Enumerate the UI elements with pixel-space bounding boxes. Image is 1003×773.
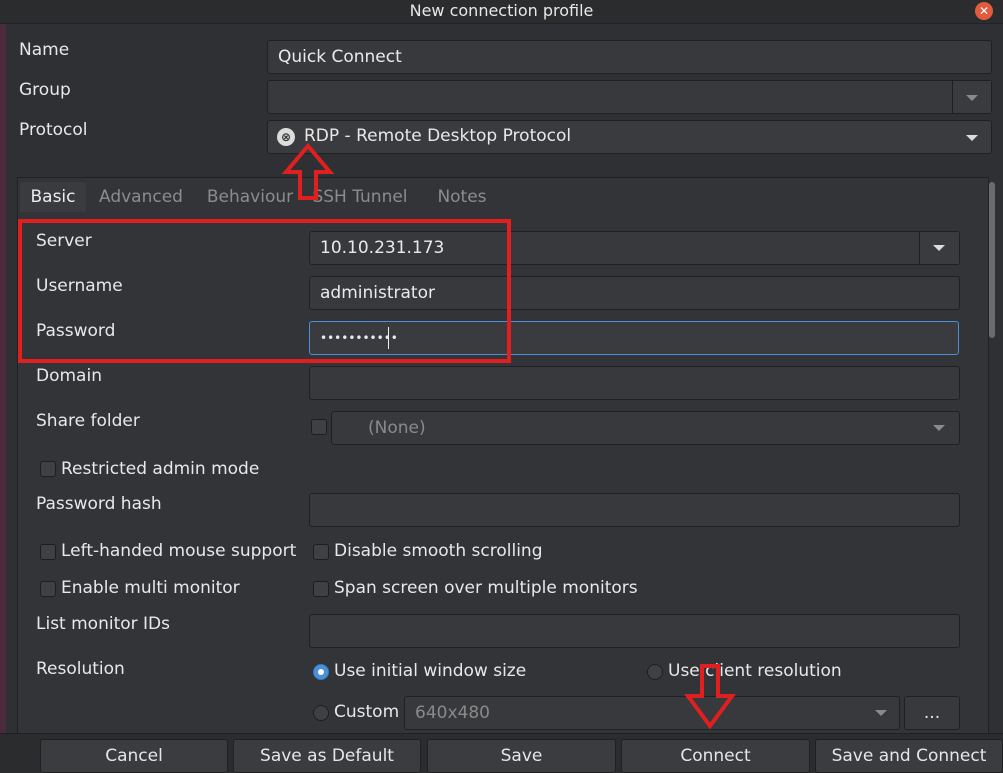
left-handed-label: Left-handed mouse support bbox=[61, 541, 297, 561]
arrow-down-annotation bbox=[684, 664, 736, 730]
resolution-more-button[interactable]: ... bbox=[904, 696, 960, 730]
initial-size-radio[interactable] bbox=[313, 664, 329, 680]
connect-button[interactable]: Connect bbox=[621, 739, 810, 773]
save-as-default-button[interactable]: Save as Default bbox=[233, 739, 421, 773]
desktop-edge bbox=[0, 24, 6, 773]
restricted-admin-label: Restricted admin mode bbox=[61, 459, 260, 479]
group-label: Group bbox=[19, 80, 71, 100]
cancel-button[interactable]: Cancel bbox=[40, 739, 228, 773]
disable-smooth-label: Disable smooth scrolling bbox=[334, 541, 543, 561]
name-input[interactable]: Quick Connect bbox=[267, 40, 992, 74]
share-folder-label: Share folder bbox=[36, 411, 140, 431]
left-handed-checkbox[interactable] bbox=[40, 544, 56, 560]
monitor-ids-input[interactable] bbox=[309, 614, 960, 648]
tab-advanced[interactable]: Advanced bbox=[90, 182, 192, 212]
span-screen-label: Span screen over multiple monitors bbox=[334, 578, 638, 598]
tab-basic[interactable]: Basic bbox=[20, 182, 86, 212]
password-hash-input[interactable] bbox=[309, 493, 960, 527]
chevron-down-icon bbox=[933, 245, 945, 251]
custom-resolution-radio[interactable] bbox=[313, 705, 329, 721]
password-hash-label: Password hash bbox=[36, 494, 162, 514]
restricted-admin-checkbox[interactable] bbox=[40, 461, 56, 477]
disable-smooth-checkbox[interactable] bbox=[313, 544, 329, 560]
chevron-down-icon bbox=[966, 95, 978, 101]
share-folder-checkbox[interactable] bbox=[311, 419, 327, 435]
domain-input[interactable] bbox=[309, 366, 960, 400]
tab-notes[interactable]: Notes bbox=[425, 182, 499, 212]
protocol-label: Protocol bbox=[19, 120, 88, 140]
span-screen-checkbox[interactable] bbox=[313, 581, 329, 597]
scrollbar-thumb[interactable] bbox=[989, 182, 995, 338]
custom-resolution-label: Custom bbox=[334, 702, 400, 722]
monitor-ids-label: List monitor IDs bbox=[36, 614, 170, 634]
save-button[interactable]: Save bbox=[427, 739, 616, 773]
initial-size-label: Use initial window size bbox=[334, 661, 527, 681]
custom-resolution-select[interactable]: 640x480 bbox=[404, 696, 900, 730]
window-title: New connection profile bbox=[409, 1, 594, 20]
chevron-down-icon bbox=[966, 135, 978, 141]
multi-monitor-label: Enable multi monitor bbox=[61, 578, 240, 598]
arrow-up-annotation bbox=[281, 142, 335, 200]
chevron-down-icon bbox=[875, 710, 887, 716]
resolution-label: Resolution bbox=[36, 659, 125, 679]
multi-monitor-checkbox[interactable] bbox=[40, 581, 56, 597]
name-label: Name bbox=[19, 40, 70, 60]
close-icon[interactable]: ✕ bbox=[975, 2, 993, 20]
annotation-highlight-box bbox=[18, 219, 511, 363]
chevron-down-icon bbox=[933, 425, 945, 431]
protocol-value: RDP - Remote Desktop Protocol bbox=[304, 126, 572, 146]
client-resolution-radio[interactable] bbox=[647, 664, 663, 680]
share-folder-select[interactable]: (None) bbox=[331, 411, 960, 445]
domain-label: Domain bbox=[36, 366, 102, 386]
save-and-connect-button[interactable]: Save and Connect bbox=[815, 739, 1003, 773]
group-input[interactable] bbox=[267, 80, 992, 114]
